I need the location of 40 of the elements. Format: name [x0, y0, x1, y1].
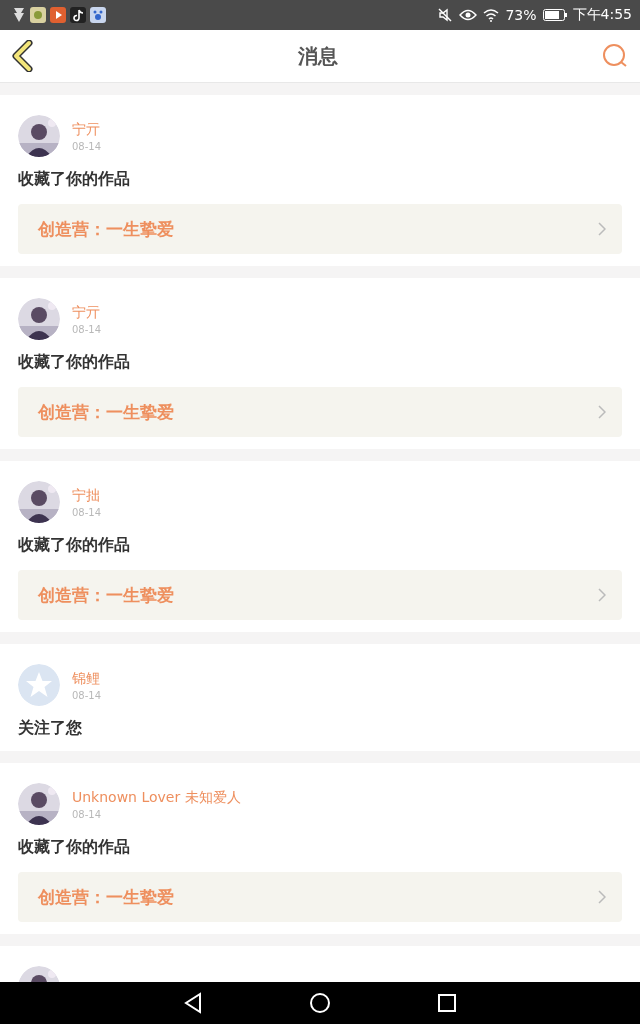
battery-icon [542, 9, 567, 21]
user-name[interactable]: 宁亓 [72, 120, 102, 139]
home-icon[interactable] [309, 992, 331, 1014]
message-date: 08-14 [72, 689, 102, 701]
battery-percentage: 73% [505, 7, 537, 23]
chevron-icon [598, 405, 606, 419]
paw-icon [90, 7, 106, 23]
message-date: 08-14 [72, 140, 102, 152]
work-link[interactable]: 创造营：一生挚爱 [18, 872, 622, 922]
user-name[interactable]: 宁亓 [72, 303, 102, 322]
back-icon[interactable] [12, 40, 34, 72]
user-name[interactable]: 宁拙 [72, 486, 102, 505]
user-name[interactable]: 锦鲤 [72, 669, 102, 688]
wifi-icon [483, 8, 500, 22]
music-note-icon [70, 7, 86, 23]
recent-apps-icon[interactable] [437, 993, 457, 1013]
eye-icon [459, 8, 478, 22]
chevron-icon [598, 588, 606, 602]
chevron-icon [598, 890, 606, 904]
play-icon [50, 7, 66, 23]
chevron-icon [598, 222, 606, 236]
work-link[interactable]: 创造营：一生挚爱 [18, 204, 622, 254]
message-text: 收藏了你的作品 [18, 169, 131, 190]
work-link[interactable]: 创造营：一生挚爱 [18, 387, 622, 437]
message-date: 08-14 [72, 808, 103, 820]
default-avatar-icon [18, 664, 60, 706]
app-icon [30, 7, 46, 23]
message-text: 关注了您 [18, 718, 83, 739]
mute-icon [437, 7, 454, 23]
message-text: 收藏了你的作品 [18, 535, 131, 556]
back-icon[interactable] [183, 992, 203, 1014]
message-date: 08-14 [72, 323, 102, 335]
message-text: 收藏了你的作品 [18, 352, 131, 373]
message-text: 收藏了你的作品 [18, 837, 131, 858]
notification-icon [12, 7, 26, 23]
work-link[interactable]: 创造营：一生挚爱 [18, 570, 622, 620]
user-name[interactable]: Unknown Lover 未知爱人 [72, 788, 241, 807]
page-title: 消息 [298, 42, 338, 70]
clock: 下午4:55 [572, 6, 632, 24]
message-date: 08-14 [72, 506, 102, 518]
